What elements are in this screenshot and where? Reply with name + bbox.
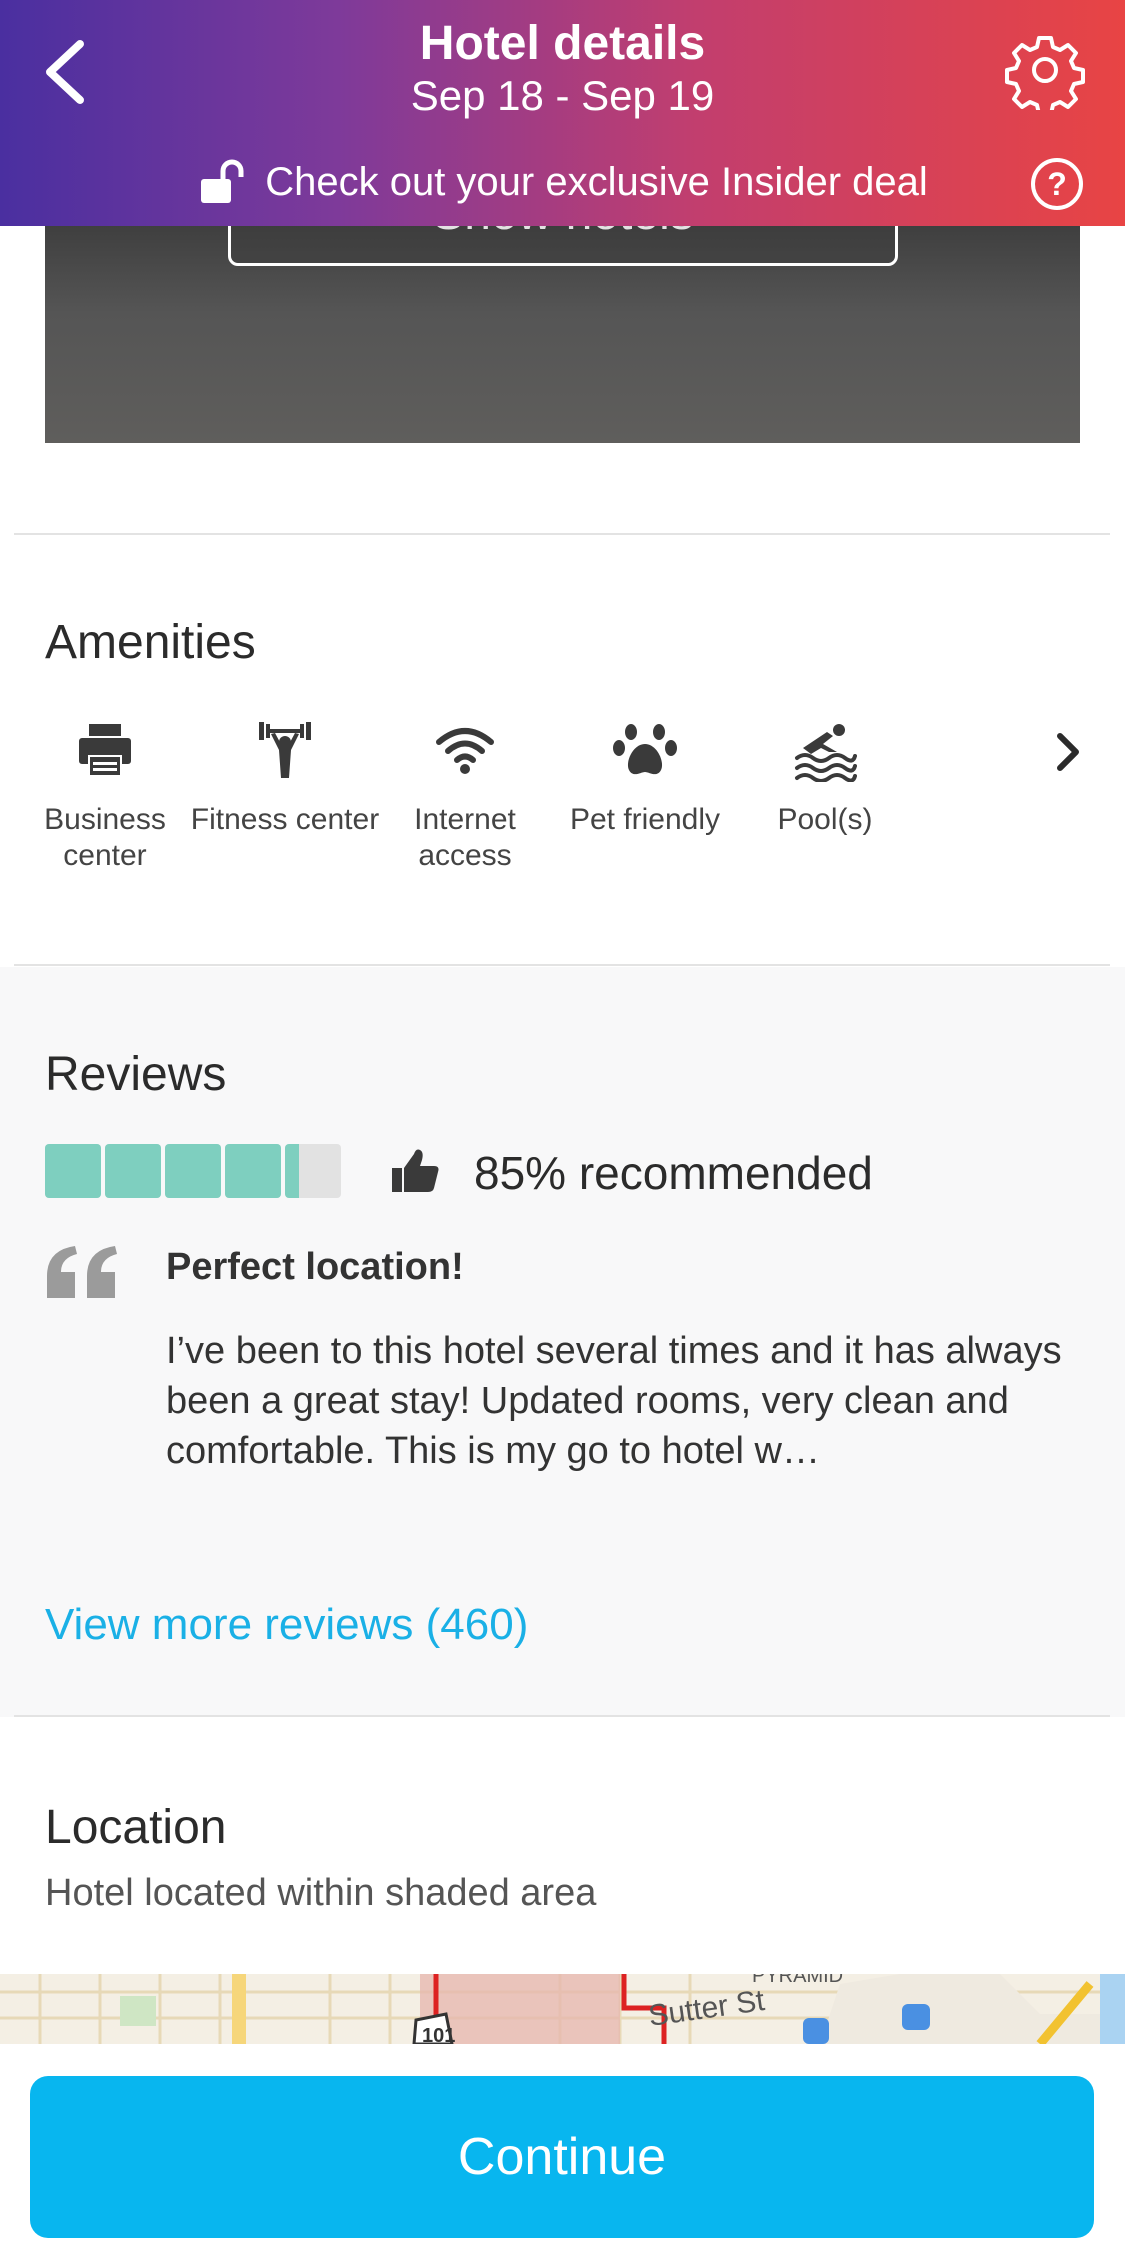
location-subtitle: Hotel located within shaded area bbox=[45, 1872, 597, 1914]
rating-segment-fill bbox=[285, 1144, 299, 1198]
amenity-label: Pet friendly bbox=[569, 803, 721, 836]
section-divider bbox=[14, 964, 1110, 966]
wifi-icon bbox=[436, 728, 494, 774]
amenity-label: Pool(s) bbox=[777, 803, 873, 836]
insider-deal-banner[interactable]: Check out your exclusive Insider deal bbox=[0, 152, 1125, 212]
bottom-action-bar: Continue bbox=[0, 2044, 1125, 2264]
rating-segment-fill bbox=[225, 1144, 281, 1198]
amenity-label: Internet access bbox=[414, 803, 516, 872]
amenity-label: Fitness center bbox=[190, 803, 380, 836]
amenity-pools: Pool(s) bbox=[730, 718, 920, 838]
question-circle-icon[interactable]: ? bbox=[1029, 156, 1085, 212]
swimmer-icon bbox=[795, 724, 857, 782]
rating-segment bbox=[105, 1144, 161, 1198]
review-highlight-title: Perfect location! bbox=[166, 1246, 464, 1288]
section-divider bbox=[14, 533, 1110, 535]
amenities-heading: Amenities bbox=[45, 616, 256, 669]
insider-deal-text: Check out your exclusive Insider deal bbox=[265, 159, 928, 204]
section-divider bbox=[14, 1715, 1110, 1717]
gear-icon[interactable] bbox=[1005, 30, 1085, 110]
thumbs-up-icon bbox=[392, 1149, 439, 1192]
review-highlight-body: I’ve been to this hotel several times an… bbox=[166, 1330, 1062, 1472]
unlock-icon bbox=[201, 159, 244, 203]
svg-text:?: ? bbox=[1047, 166, 1067, 202]
amenity-pet-friendly: Pet friendly bbox=[550, 718, 740, 838]
map-label-highway: 101 bbox=[422, 2025, 455, 2044]
printer-icon bbox=[79, 724, 131, 777]
reviews-heading: Reviews bbox=[45, 1048, 227, 1101]
map-graphic: PYRAMID Sutter St 101 bbox=[0, 1974, 1125, 2044]
rating-bar bbox=[45, 1144, 341, 1198]
continue-button[interactable]: Continue bbox=[30, 2076, 1094, 2238]
rating-segment bbox=[285, 1144, 341, 1198]
amenity-fitness-center: Fitness center bbox=[190, 718, 380, 838]
page-title: Hotel details bbox=[419, 17, 706, 70]
rating-segment-fill bbox=[165, 1144, 221, 1198]
location-map[interactable]: PYRAMID Sutter St 101 bbox=[0, 1974, 1125, 2044]
paw-icon bbox=[613, 724, 677, 775]
rating-segment-fill bbox=[45, 1144, 101, 1198]
dumbbell-icon bbox=[259, 722, 311, 778]
amenity-label: Business center bbox=[44, 803, 166, 872]
stay-dates[interactable]: Sep 18 - Sep 19 bbox=[0, 72, 1125, 120]
hotel-photo-area: Show hotels bbox=[45, 166, 1080, 443]
amenity-business-center: Business center bbox=[10, 718, 200, 874]
quote-icon bbox=[47, 1246, 117, 1298]
rating-segment-fill bbox=[105, 1144, 161, 1198]
app-header: Hotel details Sep 18 - Sep 19 Check out … bbox=[0, 0, 1125, 226]
rating-segment bbox=[165, 1144, 221, 1198]
rating-segment bbox=[45, 1144, 101, 1198]
chevron-right-icon[interactable] bbox=[1050, 730, 1086, 774]
location-heading: Location bbox=[45, 1801, 227, 1854]
map-label-pyramid: PYRAMID bbox=[752, 1974, 843, 1987]
rating-segment bbox=[225, 1144, 281, 1198]
view-more-reviews-link[interactable]: View more reviews (460) bbox=[45, 1600, 528, 1650]
amenity-internet-access: Internet access bbox=[370, 718, 560, 874]
recommended-percentage: 85% recommended bbox=[474, 1147, 873, 1199]
